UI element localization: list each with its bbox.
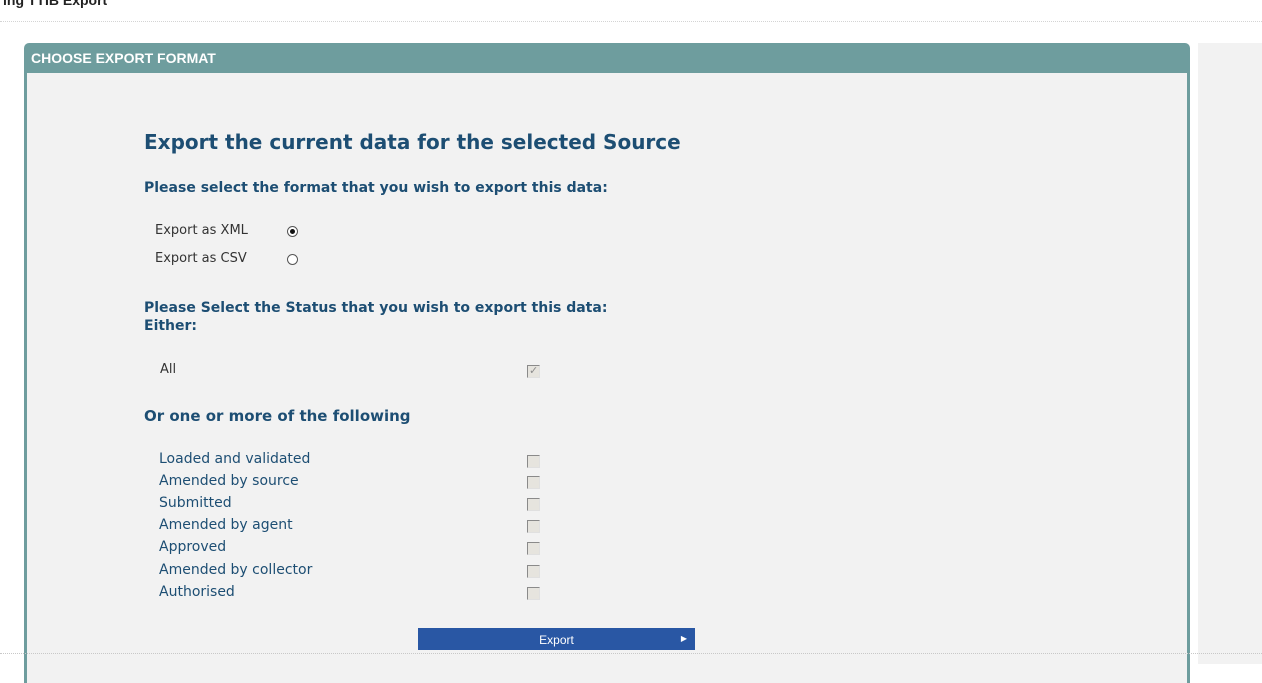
status-submitted-label: Submitted bbox=[159, 495, 232, 511]
or-prompt: Or one or more of the following bbox=[144, 407, 411, 425]
status-authorised-checkbox[interactable] bbox=[527, 587, 540, 600]
status-amended-agent-label: Amended by agent bbox=[159, 517, 293, 533]
status-loaded-label: Loaded and validated bbox=[159, 451, 311, 467]
page-title: ing TTIB Export bbox=[3, 0, 108, 8]
format-xml-radio[interactable] bbox=[287, 226, 298, 237]
status-amended-source-label: Amended by source bbox=[159, 473, 299, 489]
status-approved-checkbox[interactable] bbox=[527, 542, 540, 555]
status-amended-collector-label: Amended by collector bbox=[159, 562, 313, 578]
main-heading: Export the current data for the selected… bbox=[144, 130, 681, 154]
status-amended-source-checkbox[interactable] bbox=[527, 476, 540, 489]
format-xml-label: Export as XML bbox=[155, 223, 248, 238]
status-all-label: All bbox=[160, 362, 177, 377]
status-submitted-checkbox[interactable] bbox=[527, 498, 540, 511]
export-button[interactable]: Export ▶ bbox=[418, 628, 695, 650]
status-either-label: Either: bbox=[144, 318, 198, 334]
status-approved-label: Approved bbox=[159, 539, 227, 555]
status-authorised-label: Authorised bbox=[159, 584, 235, 600]
format-csv-label: Export as CSV bbox=[155, 251, 247, 266]
right-gutter bbox=[1198, 43, 1262, 664]
export-button-label: Export bbox=[539, 633, 574, 647]
status-loaded-checkbox[interactable] bbox=[527, 455, 540, 468]
panel-header: CHOOSE EXPORT FORMAT bbox=[31, 50, 216, 66]
top-divider bbox=[0, 21, 1262, 22]
caret-right-icon: ▶ bbox=[680, 634, 687, 643]
status-all-checkbox[interactable] bbox=[527, 364, 540, 378]
format-csv-radio[interactable] bbox=[287, 254, 298, 265]
status-amended-agent-checkbox[interactable] bbox=[527, 520, 540, 533]
status-prompt: Please Select the Status that you wish t… bbox=[144, 300, 608, 316]
bottom-divider bbox=[0, 653, 1262, 654]
format-prompt: Please select the format that you wish t… bbox=[144, 180, 608, 196]
status-amended-collector-checkbox[interactable] bbox=[527, 565, 540, 578]
